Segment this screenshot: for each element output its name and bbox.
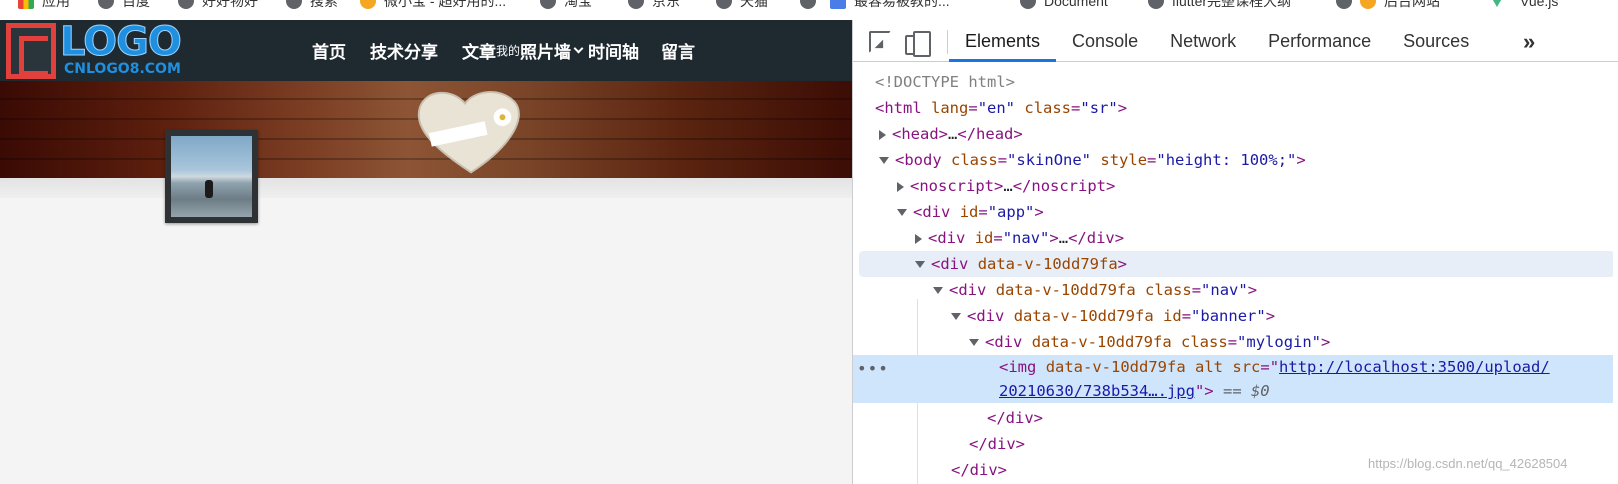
chevron-down-icon xyxy=(573,43,584,54)
img-src-link[interactable]: http://localhost:3500/upload/ xyxy=(1279,358,1550,376)
tab-network[interactable]: Network xyxy=(1154,20,1252,62)
expand-arrow-icon[interactable] xyxy=(897,181,904,192)
dom-div-app[interactable]: <div id="app"> xyxy=(897,199,1044,225)
avatar-photo xyxy=(171,136,252,217)
globe-icon xyxy=(628,0,644,9)
dom-html[interactable]: <html lang="en" class="sr"> xyxy=(875,95,1127,121)
vue-icon xyxy=(1490,0,1504,7)
logo-subtext: CNLOGO8.COM xyxy=(64,61,181,77)
expand-arrow-icon[interactable] xyxy=(879,129,886,140)
elements-dom-tree: <!DOCTYPE html> <html lang="en" class="s… xyxy=(853,63,1618,484)
logo-text: LOGO xyxy=(60,20,183,66)
bookmark-vue[interactable]: Vue.js xyxy=(1490,0,1558,10)
dom-close-div-3[interactable]: </div> xyxy=(951,457,1007,483)
expand-arrow-icon[interactable] xyxy=(915,233,922,244)
banner-bottom-strip xyxy=(0,178,852,198)
site-navbar: LOGO CNLOGO8.COM 首页 技术分享 文章 我的 照片墙 时间轴 留言 xyxy=(0,20,852,81)
dom-noscript[interactable]: <noscript>…</noscript> xyxy=(897,173,1115,199)
more-tabs-icon[interactable]: » xyxy=(1523,29,1535,55)
dom-div-nav[interactable]: <div id="nav">…</div> xyxy=(915,225,1124,251)
tab-performance[interactable]: Performance xyxy=(1252,20,1387,62)
dom-close-div-1[interactable]: </div> xyxy=(987,405,1043,431)
globe-icon xyxy=(178,0,194,9)
logo-mark xyxy=(6,23,56,79)
devtools-toolbar: Elements Console Network Performance Sou… xyxy=(853,20,1618,62)
collapse-arrow-icon[interactable] xyxy=(969,339,979,346)
dom-body[interactable]: <body class="skinOne" style="height: 100… xyxy=(879,147,1306,173)
tab-console[interactable]: Console xyxy=(1056,20,1154,62)
bookmarks-bar: 应用 百度 好好物好 搜索 微小宝 - 超好用的... 淘宝 京东 天猫 最容易… xyxy=(0,0,1618,20)
globe-icon xyxy=(98,0,114,9)
bookmark-taobao[interactable]: 淘宝 xyxy=(540,0,592,10)
globe-icon xyxy=(1020,0,1036,9)
globe-icon xyxy=(800,0,816,9)
site-nav: 首页 技术分享 文章 我的 照片墙 时间轴 留言 xyxy=(312,38,695,63)
device-toolbar-icon[interactable] xyxy=(905,31,931,57)
collapse-arrow-icon[interactable] xyxy=(879,157,889,164)
avatar[interactable] xyxy=(165,130,258,223)
globe-icon xyxy=(1336,0,1352,9)
nav-home[interactable]: 首页 xyxy=(312,38,346,63)
banner-image xyxy=(0,81,852,178)
dom-img-selected[interactable]: <img data-v-10dd79fa alt src="http://loc… xyxy=(853,355,1618,403)
nav-article[interactable]: 文章 我的 照片墙 xyxy=(462,38,588,63)
nav-message[interactable]: 留言 xyxy=(661,38,695,63)
doc-icon xyxy=(830,0,846,9)
dom-div-data-v-hovered[interactable]: <div data-v-10dd79fa> xyxy=(859,251,1615,277)
nav-my-label: 我的 xyxy=(496,44,521,58)
tab-elements[interactable]: Elements xyxy=(949,20,1057,62)
devtools-tabs: Elements Console Network Performance Sou… xyxy=(949,20,1485,62)
collapse-arrow-icon[interactable] xyxy=(951,313,961,320)
emoji-icon xyxy=(1360,0,1376,9)
dom-doctype[interactable]: <!DOCTYPE html> xyxy=(875,69,1015,95)
nav-photo-wall[interactable]: 照片墙 xyxy=(520,38,571,63)
bookmark-doc-cn[interactable] xyxy=(800,0,824,10)
globe-icon xyxy=(286,0,302,9)
bookmark-baidu[interactable]: 百度 xyxy=(98,0,150,10)
nav-timeline[interactable]: 时间轴 xyxy=(588,38,639,63)
nav-tech-share[interactable]: 技术分享 xyxy=(370,38,438,63)
site-logo[interactable]: LOGO CNLOGO8.COM xyxy=(6,20,192,79)
watermark-text: https://blog.csdn.net/qq_42628504 xyxy=(1368,456,1568,471)
apps-icon xyxy=(18,0,34,9)
img-src-link-cont[interactable]: 20210630/738b534….jpg xyxy=(999,382,1195,400)
bookmark-admin[interactable]: 后台网站 xyxy=(1336,0,1440,10)
bookmark-search[interactable]: 搜索 xyxy=(286,0,338,10)
bookmark-haowu[interactable]: 好好物好 xyxy=(178,0,258,10)
dom-head[interactable]: <head>…</head> xyxy=(879,121,1023,147)
devtools-panel: Elements Console Network Performance Sou… xyxy=(852,20,1618,484)
bookmark-document[interactable]: Document xyxy=(1020,0,1108,10)
bookmark-flutter[interactable]: flutter完整课程大纲 xyxy=(1148,0,1291,10)
bookmark-apps[interactable]: 应用 xyxy=(18,0,70,10)
dom-div-banner[interactable]: <div data-v-10dd79fa id="banner"> xyxy=(951,303,1275,329)
emoji-icon xyxy=(360,0,376,9)
dom-div-mylogin[interactable]: <div data-v-10dd79fa class="mylogin"> xyxy=(969,329,1330,355)
globe-icon xyxy=(1148,0,1164,9)
collapse-arrow-icon[interactable] xyxy=(897,209,907,216)
nav-article-label: 文章 xyxy=(462,43,496,63)
toolbar-divider xyxy=(947,30,948,54)
inspect-element-icon[interactable] xyxy=(869,31,891,53)
bookmark-tmall[interactable]: 天猫 xyxy=(716,0,768,10)
more-options-icon[interactable]: ••• xyxy=(857,359,889,378)
collapse-arrow-icon[interactable] xyxy=(933,287,943,294)
bookmark-jd[interactable]: 京东 xyxy=(628,0,680,10)
globe-icon xyxy=(716,0,732,9)
tab-sources[interactable]: Sources xyxy=(1387,20,1485,62)
webpage-viewport: LOGO CNLOGO8.COM 首页 技术分享 文章 我的 照片墙 时间轴 留言 xyxy=(0,20,852,484)
bookmark-learn[interactable]: 最容易被教的... xyxy=(830,0,950,10)
globe-icon xyxy=(540,0,556,9)
dom-close-div-2[interactable]: </div> xyxy=(969,431,1025,457)
collapse-arrow-icon[interactable] xyxy=(915,261,925,268)
screenshot-root: 应用 百度 好好物好 搜索 微小宝 - 超好用的... 淘宝 京东 天猫 最容易… xyxy=(0,0,1618,484)
dom-div-class-nav[interactable]: <div data-v-10dd79fa class="nav"> xyxy=(933,277,1257,303)
dom-scrollbar[interactable] xyxy=(1613,83,1618,413)
bookmark-weixiaobao[interactable]: 微小宝 - 超好用的... xyxy=(360,0,506,10)
heart-decoration-icon xyxy=(412,87,530,177)
